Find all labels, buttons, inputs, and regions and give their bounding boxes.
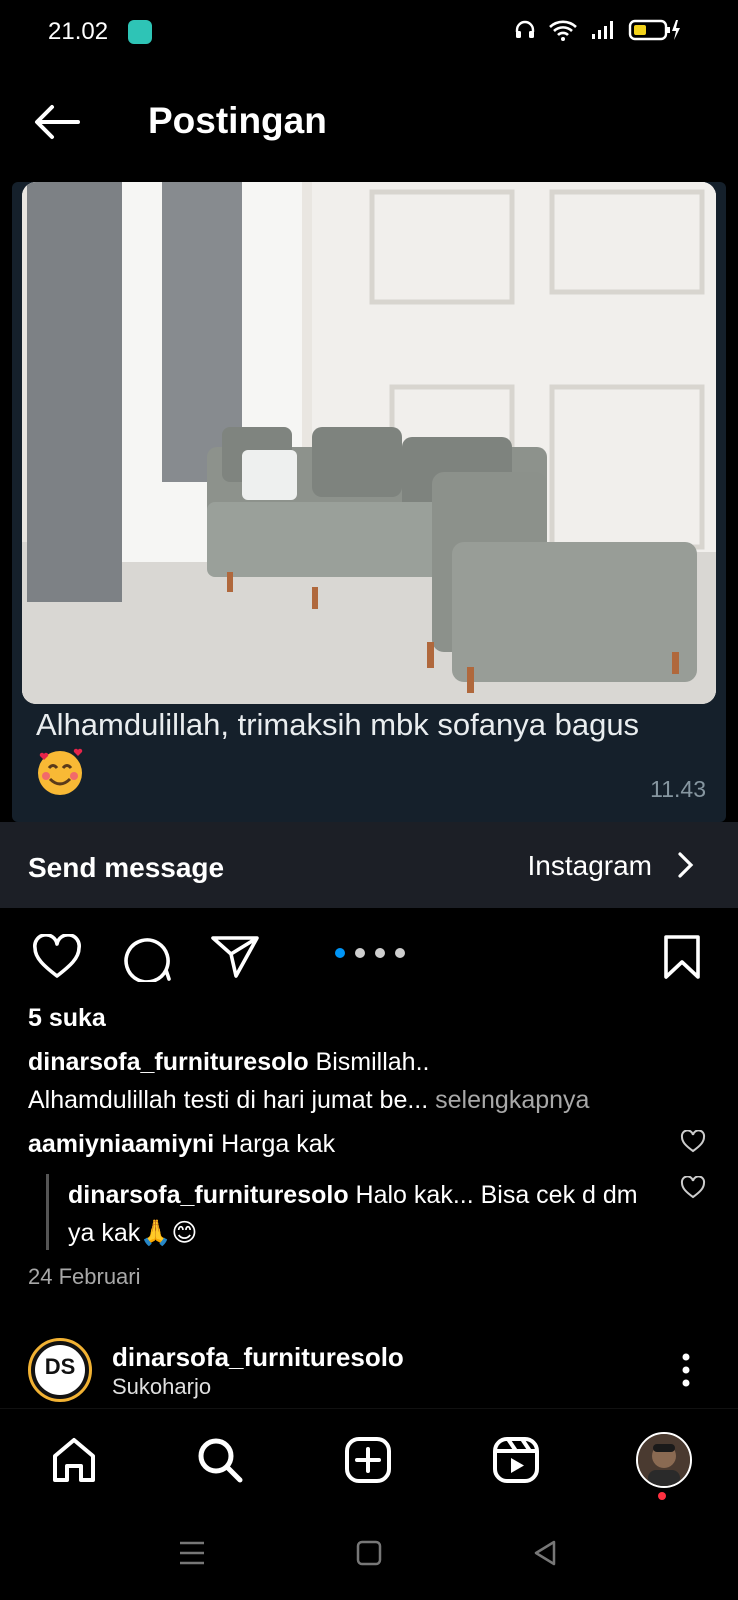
home-square-icon[interactable] bbox=[356, 1540, 382, 1566]
caption-line1: Bismillah.. bbox=[315, 1048, 430, 1076]
profile-location[interactable]: Sukoharjo bbox=[112, 1374, 211, 1400]
home-icon[interactable] bbox=[50, 1436, 98, 1484]
profile-avatar[interactable]: DS bbox=[28, 1338, 92, 1402]
wifi-icon bbox=[549, 20, 577, 41]
smiling-hearts-emoji-icon bbox=[38, 748, 83, 795]
carousel-indicator bbox=[335, 948, 405, 958]
instagram-link[interactable]: Instagram bbox=[528, 850, 653, 882]
comment-icon[interactable] bbox=[122, 934, 172, 982]
more-icon[interactable] bbox=[680, 1352, 692, 1388]
reels-icon[interactable] bbox=[492, 1436, 540, 1484]
avatar-logo-text: DS bbox=[35, 1345, 85, 1395]
reply-thread-line bbox=[46, 1174, 49, 1250]
create-icon[interactable] bbox=[344, 1436, 392, 1484]
status-time: 21.02 bbox=[48, 18, 109, 45]
my-profile-avatar[interactable] bbox=[636, 1432, 692, 1488]
post-date: 24 Februari bbox=[28, 1264, 141, 1289]
heart-icon[interactable] bbox=[32, 934, 82, 980]
share-icon[interactable] bbox=[210, 934, 260, 980]
reply-like-heart-icon[interactable] bbox=[680, 1176, 706, 1200]
comment-text: Harga kak bbox=[221, 1130, 336, 1158]
caption-line2: Alhamdulillah testi di hari jumat be... bbox=[28, 1086, 429, 1114]
post-caption: dinarsofa_furnituresolo Bismillah.. bbox=[28, 1048, 429, 1077]
chevron-right-icon[interactable] bbox=[676, 850, 696, 880]
back-triangle-icon[interactable] bbox=[532, 1540, 558, 1566]
post-image[interactable]: Alhamdulillah, trimaksih mbk sofanya bag… bbox=[12, 182, 726, 822]
bookmark-icon[interactable] bbox=[662, 934, 702, 980]
reply-item: dinarsofa_furnituresolo Halo kak... Bisa… bbox=[68, 1176, 658, 1252]
carousel-dot bbox=[375, 948, 385, 958]
see-more-link[interactable]: selengkapnya bbox=[435, 1086, 589, 1114]
menu-icon[interactable] bbox=[178, 1540, 206, 1566]
caption-author[interactable]: dinarsofa_furnituresolo bbox=[28, 1048, 309, 1076]
carousel-dot bbox=[355, 948, 365, 958]
carousel-dot-active bbox=[335, 948, 345, 958]
back-arrow-icon[interactable] bbox=[34, 104, 80, 140]
reply-user[interactable]: dinarsofa_furnituresolo bbox=[68, 1181, 349, 1209]
search-icon[interactable] bbox=[196, 1436, 244, 1484]
sofa-photo bbox=[22, 182, 716, 704]
comment-user[interactable]: aamiyniaamiyni bbox=[28, 1130, 214, 1158]
chat-message-text: Alhamdulillah, trimaksih mbk sofanya bag… bbox=[36, 707, 640, 742]
headphone-icon bbox=[515, 20, 535, 38]
comment-item: aamiyniaamiyni Harga kak bbox=[28, 1130, 335, 1159]
app-notification-icon bbox=[128, 20, 152, 44]
send-message-link[interactable]: Send message bbox=[28, 852, 224, 884]
battery-icon bbox=[628, 19, 680, 41]
caption-continued: Alhamdulillah testi di hari jumat be... … bbox=[28, 1086, 589, 1115]
carousel-dot bbox=[395, 948, 405, 958]
likes-count[interactable]: 5 suka bbox=[28, 1004, 106, 1033]
page-title: Postingan bbox=[148, 100, 327, 141]
status-icons bbox=[514, 18, 682, 42]
profile-username[interactable]: dinarsofa_furnituresolo bbox=[112, 1342, 404, 1373]
signal-icon bbox=[592, 21, 613, 39]
chat-message-time: 11.43 bbox=[650, 776, 706, 802]
notification-dot bbox=[658, 1492, 666, 1500]
comment-like-heart-icon[interactable] bbox=[680, 1130, 706, 1154]
